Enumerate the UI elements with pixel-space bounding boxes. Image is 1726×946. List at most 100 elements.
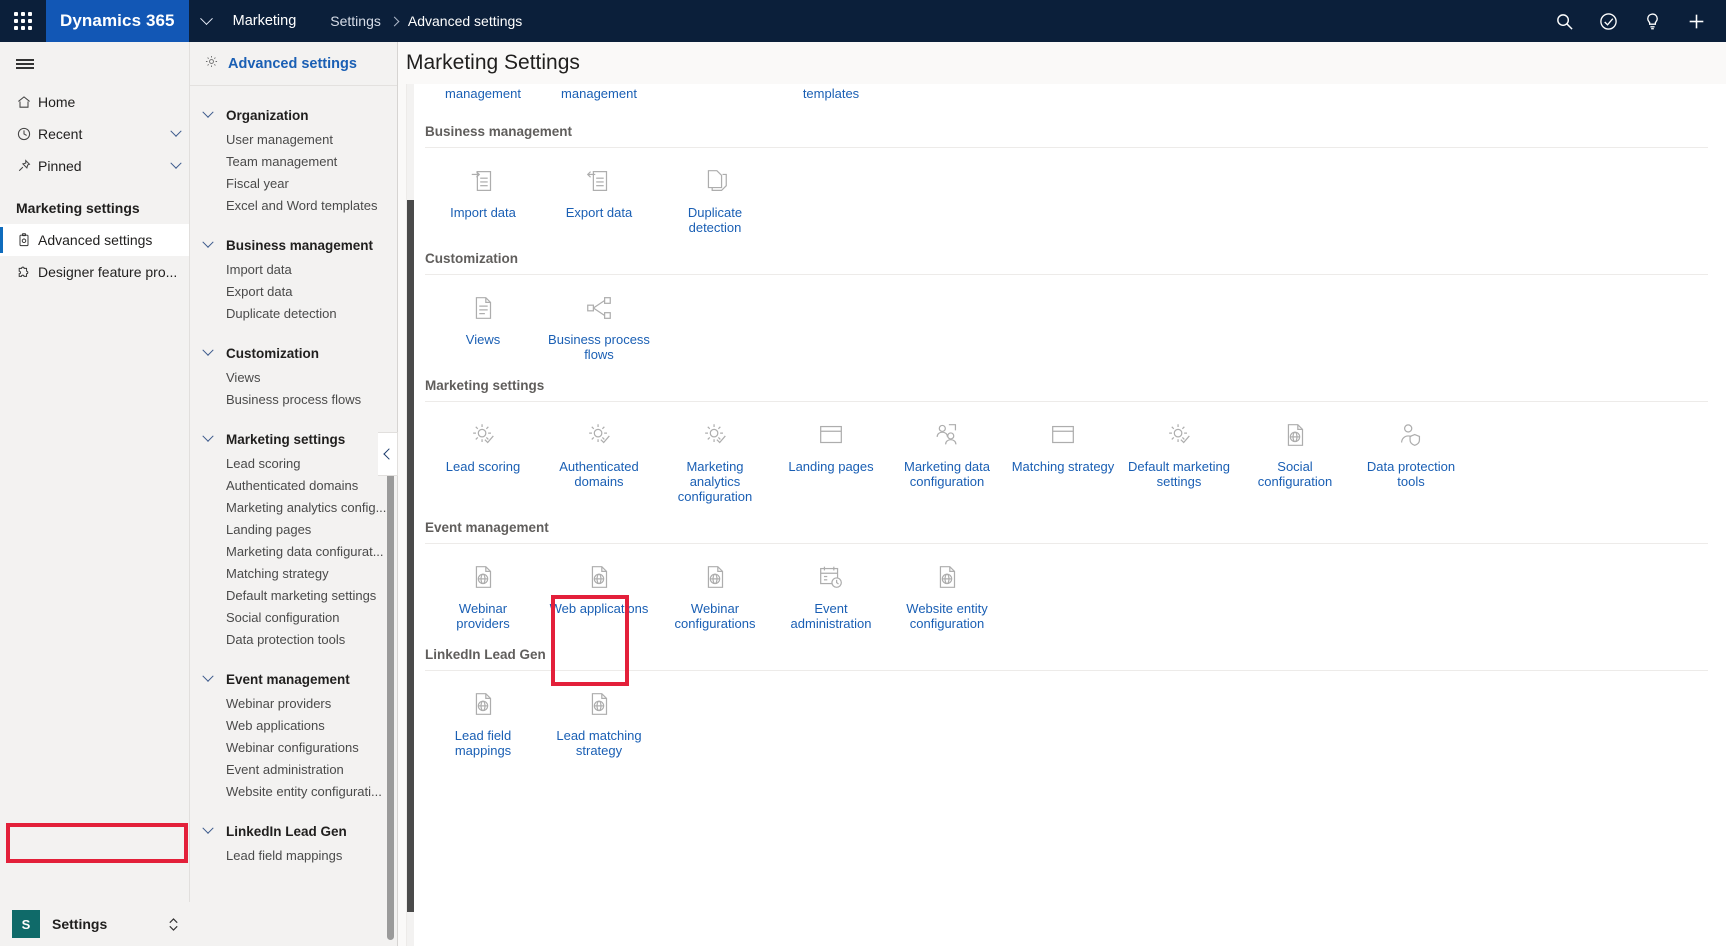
tree-item-fiscal-year[interactable]: Fiscal year: [190, 172, 397, 194]
check-circle-icon[interactable]: [1586, 0, 1630, 42]
tree-group-header[interactable]: Event management: [190, 666, 397, 692]
brand-label[interactable]: Dynamics 365: [46, 0, 189, 42]
settings-area-switcher[interactable]: S Settings: [0, 902, 190, 946]
tree-item-web-applications[interactable]: Web applications: [190, 714, 397, 736]
settings-content-panel: management management templates Business…: [406, 84, 1726, 946]
tree-scrollbar[interactable]: [387, 140, 394, 946]
tile-marketing-analytics-configuration[interactable]: Marketing analytics configuration: [657, 416, 773, 504]
tree-item-team-management[interactable]: Team management: [190, 150, 397, 172]
sidebar-item-advanced-settings[interactable]: Advanced settings: [0, 224, 189, 256]
tile-lead-scoring[interactable]: Lead scoring: [425, 416, 541, 504]
tree-item-import-data[interactable]: Import data: [190, 258, 397, 280]
tree-item-matching-strategy[interactable]: Matching strategy: [190, 562, 397, 584]
tree-item-event-administration[interactable]: Event administration: [190, 758, 397, 780]
tile-matching-strategy[interactable]: Matching strategy: [1005, 416, 1121, 504]
gear-icon: [204, 54, 219, 74]
puzzle-icon: [16, 264, 38, 280]
tree-group-label: Marketing settings: [226, 431, 346, 447]
sidebar-item-label: Pinned: [38, 158, 82, 174]
export-data-icon: [584, 164, 614, 198]
tile-label: Authenticated domains: [559, 459, 639, 489]
tree-item-marketing-data-configuration[interactable]: Marketing data configurat...: [190, 540, 397, 562]
collapse-panel-button[interactable]: [378, 432, 398, 476]
tile-marketing-data-configuration[interactable]: Marketing data configuration: [889, 416, 1005, 504]
tree-item-webinar-providers[interactable]: Webinar providers: [190, 692, 397, 714]
tree-item-business-process-flows[interactable]: Business process flows: [190, 388, 397, 410]
tree-group-header[interactable]: Organization: [190, 102, 397, 128]
waffle-menu-button[interactable]: [0, 0, 46, 42]
tree-item-landing-pages[interactable]: Landing pages: [190, 518, 397, 540]
tile-lead-field-mappings[interactable]: Lead field mappings: [425, 685, 541, 758]
hamburger-icon[interactable]: [0, 42, 190, 86]
sidebar-item-pinned[interactable]: Pinned: [0, 150, 189, 182]
tree-item-default-marketing-settings[interactable]: Default marketing settings: [190, 584, 397, 606]
tile-webinar-providers[interactable]: Webinar providers: [425, 558, 541, 631]
tree-item-website-entity-configuration[interactable]: Website entity configurati...: [190, 780, 397, 802]
tree-item-export-data[interactable]: Export data: [190, 280, 397, 302]
lightbulb-icon[interactable]: [1630, 0, 1674, 42]
tile-event-administration[interactable]: Event administration: [773, 558, 889, 631]
tile-label: Webinar providers: [456, 601, 510, 631]
breadcrumb-item-settings[interactable]: Settings: [330, 13, 381, 29]
tree-item-authenticated-domains[interactable]: Authenticated domains: [190, 474, 397, 496]
tree-group-header[interactable]: Business management: [190, 232, 397, 258]
tile-views[interactable]: Views: [425, 289, 541, 362]
home-icon: [16, 94, 38, 110]
tree-group-header[interactable]: LinkedIn Lead Gen: [190, 818, 397, 844]
tree-group-header[interactable]: Customization: [190, 340, 397, 366]
tree-item-webinar-configurations[interactable]: Webinar configurations: [190, 736, 397, 758]
tree-item-user-management[interactable]: User management: [190, 128, 397, 150]
tree-item-lead-field-mappings[interactable]: Lead field mappings: [190, 844, 397, 866]
tree-scrollbar-thumb[interactable]: [387, 440, 394, 940]
clipped-label[interactable]: templates: [773, 86, 889, 108]
clipped-label[interactable]: management: [425, 86, 541, 108]
tree-item-views[interactable]: Views: [190, 366, 397, 388]
breadcrumb-item-advanced-settings[interactable]: Advanced settings: [408, 13, 522, 29]
tile-label: Landing pages: [788, 459, 874, 474]
brand-dropdown-button[interactable]: [189, 0, 225, 42]
section-title: Customization: [425, 251, 518, 266]
chevron-down-icon[interactable]: [163, 125, 189, 138]
top-bar-actions: [1542, 0, 1726, 42]
tile-default-marketing-settings[interactable]: Default marketing settings: [1121, 416, 1237, 504]
tile-web-applications[interactable]: Web applications: [541, 558, 657, 631]
globe-page-icon: [468, 560, 498, 594]
tree-item-marketing-analytics-config[interactable]: Marketing analytics config...: [190, 496, 397, 518]
tile-label: Views: [465, 332, 501, 347]
chevron-down-icon: [202, 236, 226, 249]
up-down-chevron-icon[interactable]: [156, 916, 190, 933]
tree-item-social-configuration[interactable]: Social configuration: [190, 606, 397, 628]
tile-import-data[interactable]: Import data: [425, 162, 541, 235]
tree-item-lead-scoring[interactable]: Lead scoring: [190, 452, 397, 474]
app-name-label[interactable]: Marketing: [233, 13, 297, 29]
tree-header-advanced-settings[interactable]: Advanced settings: [190, 42, 397, 86]
sidebar-item-home[interactable]: Home: [0, 86, 189, 118]
tile-webinar-configurations[interactable]: Webinar configurations: [657, 558, 773, 631]
gear-check-icon: [468, 418, 498, 452]
tile-export-data[interactable]: Export data: [541, 162, 657, 235]
search-icon[interactable]: [1542, 0, 1586, 42]
left-navigation-panel: Home Recent Pinned Marketing settings Ad…: [0, 42, 190, 946]
tile-authenticated-domains[interactable]: Authenticated domains: [541, 416, 657, 504]
tile-label: Event administration: [790, 601, 872, 631]
tree-group-header[interactable]: Marketing settings: [190, 426, 397, 452]
chevron-down-icon[interactable]: [163, 157, 189, 170]
tile-data-protection-tools[interactable]: Data protection tools: [1353, 416, 1469, 504]
sidebar-item-recent[interactable]: Recent: [0, 118, 189, 150]
tile-landing-pages[interactable]: Landing pages: [773, 416, 889, 504]
plus-icon[interactable]: [1674, 0, 1718, 42]
tree-item-excel-and-word-templates[interactable]: Excel and Word templates: [190, 194, 397, 216]
tree-item-data-protection-tools[interactable]: Data protection tools: [190, 628, 397, 650]
tree-group-linkedin-lead-gen: LinkedIn Lead Gen Lead field mappings: [190, 818, 397, 866]
people-icon: [932, 418, 962, 452]
sidebar-item-label: Advanced settings: [38, 232, 153, 248]
tile-duplicate-detection[interactable]: Duplicate detection: [657, 162, 773, 235]
clipped-label[interactable]: management: [541, 86, 657, 108]
tile-lead-matching-strategy[interactable]: Lead matching strategy: [541, 685, 657, 758]
tile-business-process-flows[interactable]: Business process flows: [541, 289, 657, 362]
tile-social-configuration[interactable]: Social configuration: [1237, 416, 1353, 504]
tile-website-entity-configuration[interactable]: Website entity configuration: [889, 558, 1005, 631]
gear-check-icon: [700, 418, 730, 452]
tree-item-duplicate-detection[interactable]: Duplicate detection: [190, 302, 397, 324]
sidebar-item-designer-feature-protection[interactable]: Designer feature pro...: [0, 256, 189, 288]
